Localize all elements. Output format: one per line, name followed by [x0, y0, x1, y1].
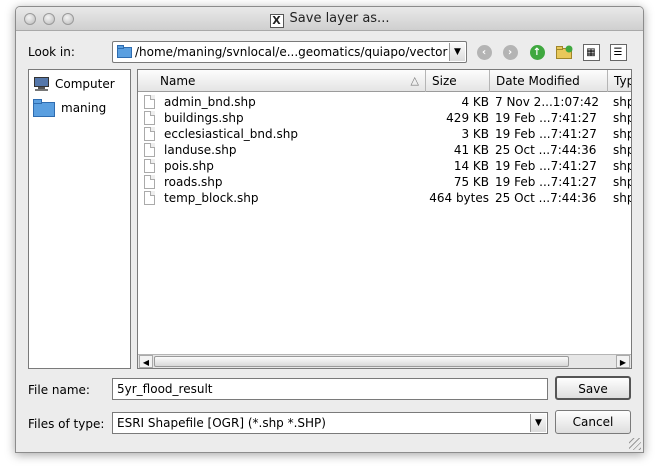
scroll-right-icon[interactable]: ▶ [616, 355, 630, 368]
column-header-date-modified[interactable]: Date Modified [490, 70, 608, 92]
file-name: landuse.shp [164, 143, 237, 157]
new-folder-icon [555, 45, 572, 59]
list-view-icon: ▦ [582, 44, 600, 61]
parent-directory-button[interactable]: ↑ [527, 42, 547, 62]
file-row-admin-bnd[interactable]: admin_bnd.shp 4 KB 7 Nov 2...1:07:42 shp [138, 94, 631, 110]
file-date: 19 Feb ...7:41:27 [495, 175, 597, 189]
file-name-input[interactable]: 5yr_flood_result [112, 378, 548, 400]
sidebar-item-label: Computer [55, 77, 115, 91]
file-icon [144, 95, 155, 109]
file-date: 19 Feb ...7:41:27 [495, 127, 597, 141]
file-type: shp [613, 191, 631, 205]
save-layer-dialog: X Save layer as... Look in: /home/maning/… [15, 6, 644, 453]
resize-grip-icon[interactable] [629, 438, 641, 450]
file-size: 14 KB [453, 159, 489, 173]
x11-icon: X [269, 14, 284, 28]
file-name: admin_bnd.shp [164, 95, 256, 109]
file-type: shp [613, 143, 631, 157]
file-icon [144, 159, 155, 173]
file-size: 3 KB [461, 127, 489, 141]
look-in-combo[interactable]: /home/maning/svnlocal/e...geomatics/quia… [112, 41, 467, 63]
file-type: shp [613, 159, 631, 173]
title-bar[interactable]: X Save layer as... [16, 7, 643, 31]
sort-ascending-icon: △ [410, 74, 419, 87]
parent-directory-icon: ↑ [529, 45, 545, 60]
forward-button[interactable]: › [500, 42, 520, 62]
file-type: shp [613, 175, 631, 189]
file-type-label: Files of type: [28, 417, 105, 431]
file-size: 4 KB [461, 95, 489, 109]
column-header-name[interactable]: Name △ [138, 70, 426, 92]
file-rows: admin_bnd.shp 4 KB 7 Nov 2...1:07:42 shp… [138, 94, 631, 206]
file-icon [144, 143, 155, 157]
file-icon [144, 191, 155, 205]
file-date: 19 Feb ...7:41:27 [495, 159, 597, 173]
file-name-label: File name: [28, 383, 90, 397]
file-list-header: Name △ Size Date Modified Typ [138, 70, 631, 92]
column-header-type[interactable]: Typ [608, 70, 631, 92]
folder-icon [117, 45, 132, 58]
back-button[interactable]: ‹ [474, 42, 494, 62]
file-size: 464 bytes [429, 191, 489, 205]
save-button[interactable]: Save [555, 376, 631, 400]
file-icon [144, 127, 155, 141]
file-size: 429 KB [446, 111, 489, 125]
window-title: X Save layer as... [16, 11, 643, 28]
file-size: 41 KB [453, 143, 489, 157]
detail-view-icon: ☰ [609, 44, 627, 61]
file-row-temp-block[interactable]: temp_block.shp 464 bytes 25 Oct ...7:44:… [138, 190, 631, 206]
file-row-pois[interactable]: pois.shp 14 KB 19 Feb ...7:41:27 shp [138, 158, 631, 174]
file-type-combo[interactable]: ESRI Shapefile [OGR] (*.shp *.SHP) ▼ [112, 412, 548, 434]
detail-view-button[interactable]: ☰ [608, 42, 628, 62]
file-type: shp [613, 127, 631, 141]
look-in-path: /home/maning/svnlocal/e...geomatics/quia… [135, 45, 448, 59]
file-date: 25 Oct ...7:44:36 [495, 143, 597, 157]
file-name: buildings.shp [164, 111, 244, 125]
file-icon [144, 111, 155, 125]
new-folder-button[interactable] [554, 42, 574, 62]
forward-icon: › [502, 45, 518, 60]
file-type-value: ESRI Shapefile [OGR] (*.shp *.SHP) [117, 416, 326, 430]
file-icon [144, 175, 155, 189]
file-date: 19 Feb ...7:41:27 [495, 111, 597, 125]
folder-icon [33, 99, 55, 117]
file-size: 75 KB [453, 175, 489, 189]
file-name: pois.shp [164, 159, 214, 173]
column-header-size[interactable]: Size [426, 70, 490, 92]
file-type: shp [613, 95, 631, 109]
file-row-buildings[interactable]: buildings.shp 429 KB 19 Feb ...7:41:27 s… [138, 110, 631, 126]
scroll-left-icon[interactable]: ◀ [139, 355, 153, 368]
chevron-down-icon[interactable]: ▼ [530, 414, 546, 432]
horizontal-scrollbar[interactable]: ◀ ▶ [138, 354, 631, 368]
list-view-button[interactable]: ▦ [581, 42, 601, 62]
cancel-button[interactable]: Cancel [555, 410, 631, 434]
chevron-down-icon[interactable]: ▼ [449, 43, 465, 61]
look-in-label: Look in: [28, 45, 75, 59]
file-list[interactable]: Name △ Size Date Modified Typ admin_bnd.… [137, 69, 632, 369]
file-date: 7 Nov 2...1:07:42 [495, 95, 600, 109]
places-sidebar: Computer maning [28, 69, 131, 369]
scrollbar-thumb[interactable] [154, 356, 569, 367]
file-row-landuse[interactable]: landuse.shp 41 KB 25 Oct ...7:44:36 shp [138, 142, 631, 158]
file-name: roads.shp [164, 175, 223, 189]
file-type: shp [613, 111, 631, 125]
file-name: ecclesiastical_bnd.shp [164, 127, 298, 141]
file-date: 25 Oct ...7:44:36 [495, 191, 597, 205]
computer-icon [34, 77, 49, 91]
sidebar-item-label: maning [61, 101, 107, 115]
file-name: temp_block.shp [164, 191, 259, 205]
file-row-ecclesiastical-bnd[interactable]: ecclesiastical_bnd.shp 3 KB 19 Feb ...7:… [138, 126, 631, 142]
file-row-roads[interactable]: roads.shp 75 KB 19 Feb ...7:41:27 shp [138, 174, 631, 190]
back-icon: ‹ [476, 45, 492, 60]
